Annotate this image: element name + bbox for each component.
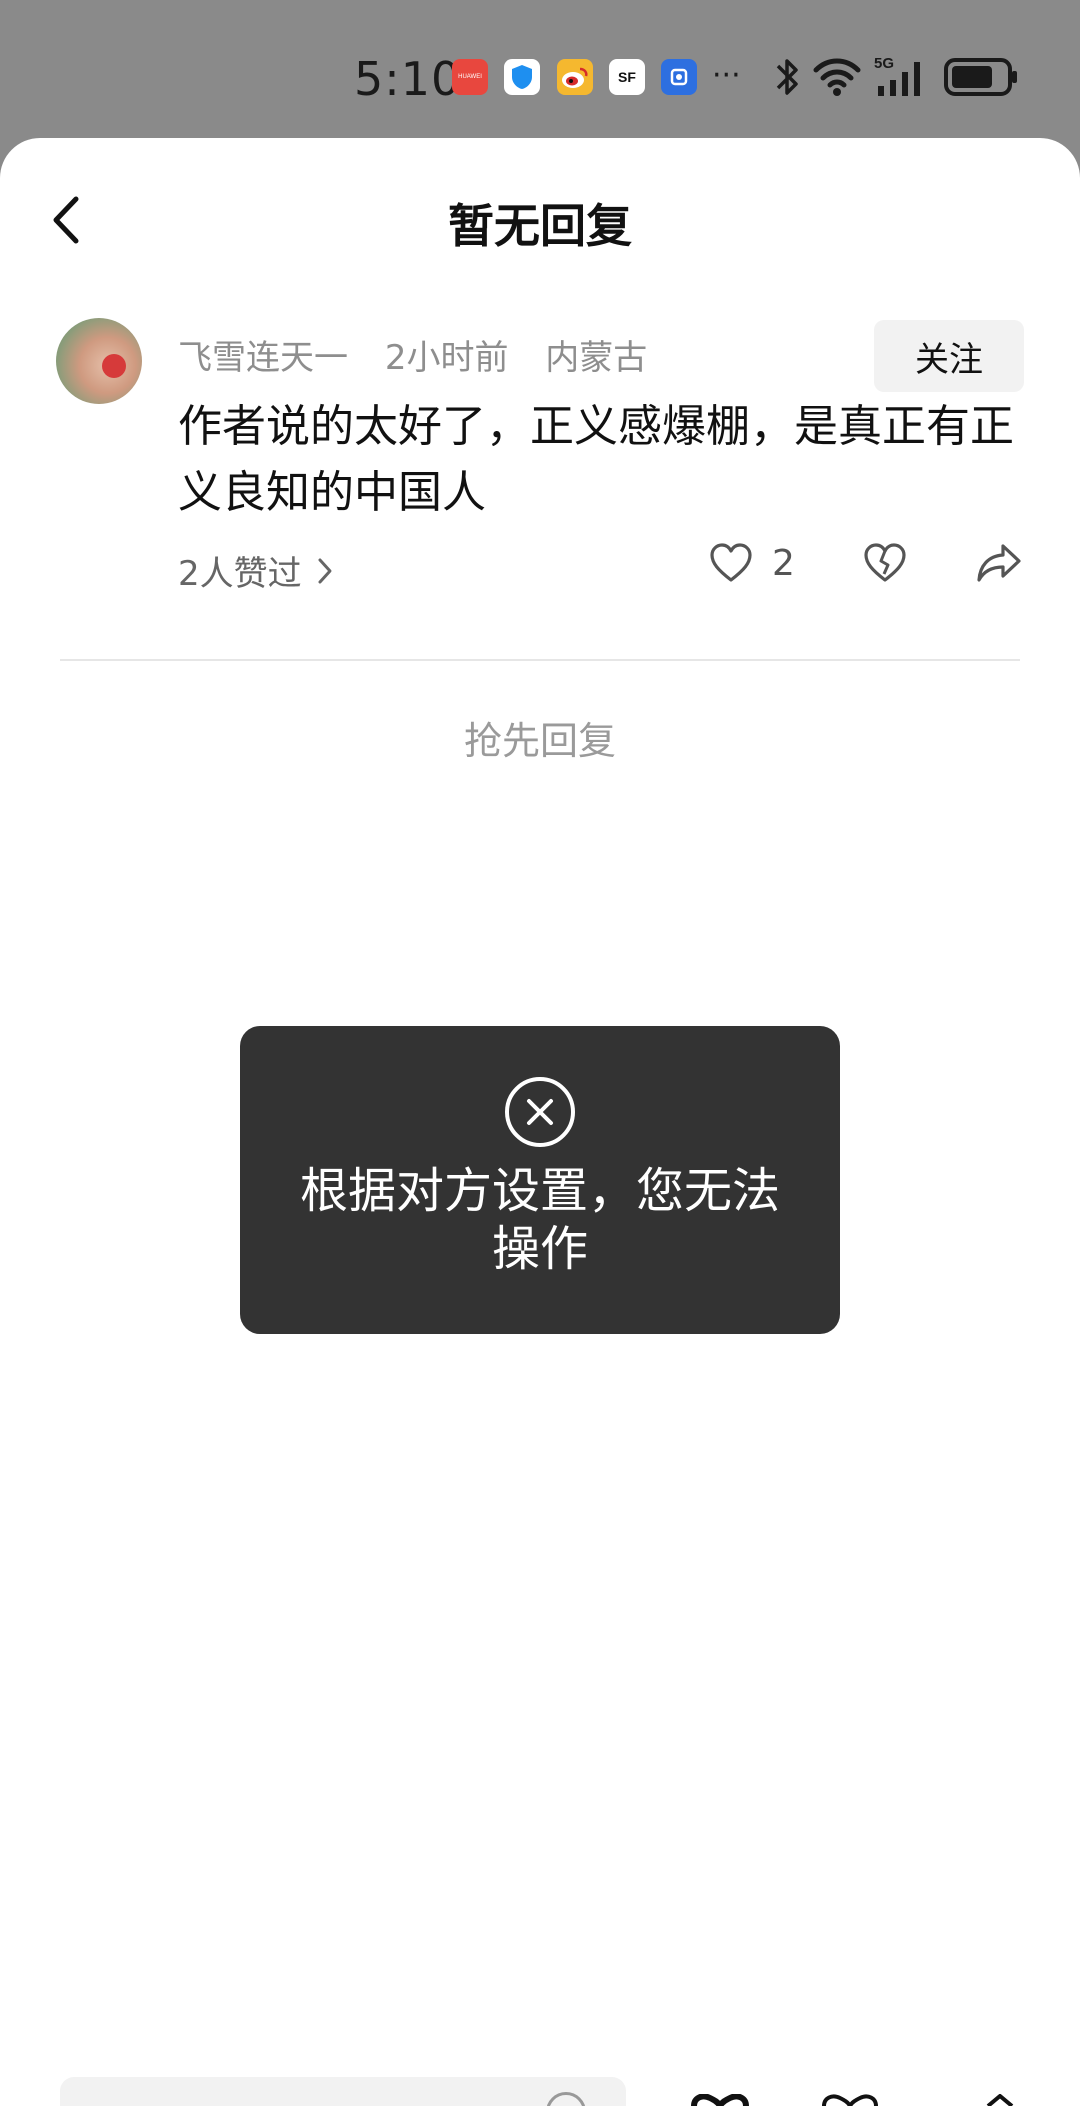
broken-heart-icon [864, 543, 906, 582]
status-bar: 5:10 HUAWEI SF ··· 5G [0, 0, 1080, 140]
comment-time: 2小时前 [384, 338, 509, 378]
share-button[interactable] [975, 542, 1023, 588]
battery-icon [944, 58, 1017, 96]
toast: 根据对方设置，您无法操作 [240, 1026, 840, 1334]
comment-meta: 飞雪连天一 2小时前 内蒙古 [178, 330, 673, 379]
page-title: 暂无回复 [448, 199, 632, 253]
heart-icon [710, 543, 752, 582]
like-count: 2 [772, 542, 795, 584]
comment-text: 作者说的太好了，正义感爆棚，是真正有正义良知的中国人 [178, 401, 1014, 518]
username[interactable]: 飞雪连天一 [178, 338, 348, 378]
share-arrow-icon [977, 544, 1021, 582]
huawei-appgallery-icon: HUAWEI [452, 59, 488, 95]
5g-signal-icon: 5G [874, 55, 920, 96]
bluetooth-icon [776, 59, 798, 95]
wifi-icon [813, 58, 861, 96]
more-dots-icon: ··· [712, 58, 741, 93]
sf-express-icon: SF [609, 59, 645, 95]
likers-label: 2人赞过 [178, 554, 302, 594]
like-button[interactable]: 2 [708, 542, 795, 584]
bottom-share-icon[interactable] [984, 2094, 1014, 2106]
likers-link[interactable]: 2人赞过 [178, 546, 334, 595]
reply-input[interactable] [60, 2077, 626, 2106]
chevron-right-icon [318, 558, 332, 583]
follow-button[interactable]: 关注 [874, 320, 1024, 392]
status-time: 5:10 [354, 52, 462, 106]
avatar[interactable] [56, 318, 142, 404]
svg-text:5G: 5G [874, 55, 894, 72]
divider [60, 659, 1020, 661]
first-reply-prompt[interactable]: 抢先回复 [0, 710, 1080, 765]
bottom-heart-icon[interactable] [690, 2094, 750, 2106]
bottom-broken-heart-icon[interactable] [820, 2094, 880, 2106]
blue-app-icon [661, 59, 697, 95]
security-shield-icon [504, 59, 540, 95]
comment-location: 内蒙古 [545, 338, 648, 378]
weibo-icon [557, 59, 593, 95]
toast-message: 根据对方设置，您无法操作 [299, 1163, 780, 1277]
dislike-button[interactable] [862, 542, 908, 588]
close-circle-icon [505, 1077, 575, 1147]
